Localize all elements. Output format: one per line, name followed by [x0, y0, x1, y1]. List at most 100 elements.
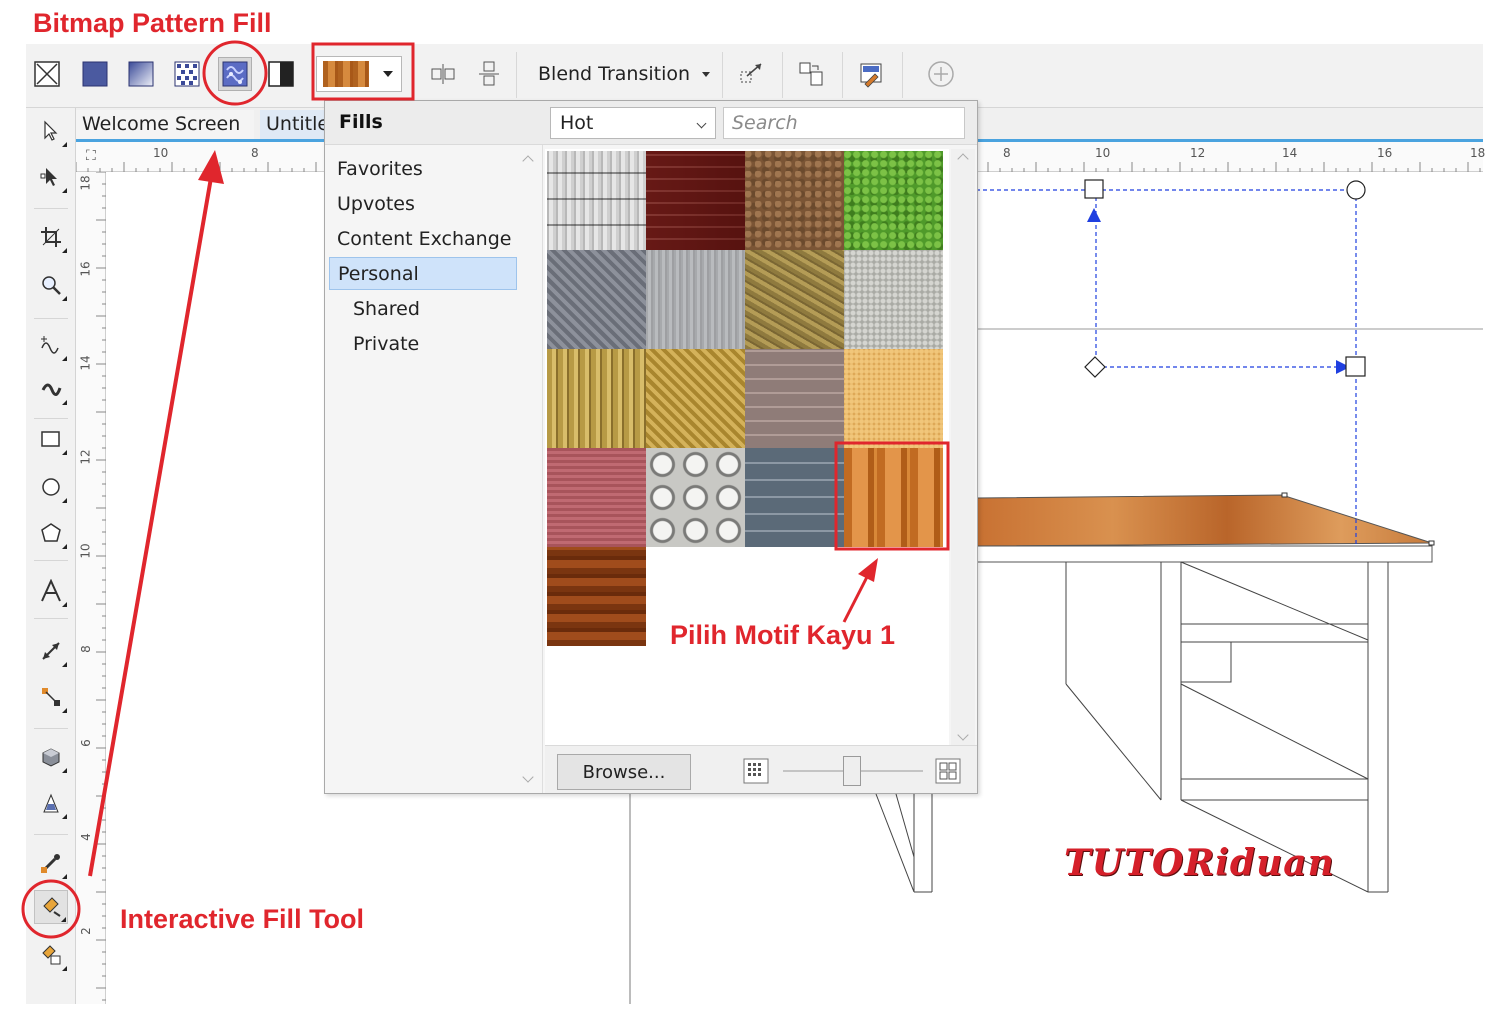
fills-navigation: Favorites Upvotes Content Exchange Perso…: [325, 145, 543, 793]
pattern-tile-olive-weave[interactable]: [745, 250, 844, 349]
ruler-label: 4: [79, 833, 93, 841]
pattern-tile-stone-brick[interactable]: [745, 349, 844, 448]
pattern-tile-brushed-metal[interactable]: [646, 250, 745, 349]
thumbnail-size-slider-thumb[interactable]: [843, 756, 861, 786]
ruler-label: 14: [79, 355, 93, 370]
vertical-ruler[interactable]: 18 16 14 12 10 8 6 4 2: [76, 172, 106, 1004]
two-color-pattern-fill-icon: [267, 60, 295, 88]
nav-item-content-exchange[interactable]: Content Exchange: [329, 223, 517, 256]
vector-pattern-fill-button[interactable]: [170, 57, 204, 91]
ellipse-tool[interactable]: [34, 470, 68, 504]
copy-fill-button[interactable]: [794, 57, 828, 91]
transform-with-object-button[interactable]: [734, 57, 768, 91]
bitmap-pattern-fill-button[interactable]: [218, 57, 252, 91]
table-top-wood[interactable]: [976, 495, 1432, 546]
tab-untitled[interactable]: Untitled: [260, 110, 326, 139]
add-button[interactable]: [924, 57, 958, 91]
bitmap-pattern-fill-icon: [221, 60, 249, 88]
mirror-tiles-horizontal-button[interactable]: [426, 57, 460, 91]
transparency-tool-icon: [40, 792, 62, 814]
browse-button[interactable]: Browse...: [557, 754, 691, 790]
connector-tool[interactable]: [34, 680, 68, 714]
polygon-tool[interactable]: [34, 516, 68, 550]
extrude-tool[interactable]: [34, 740, 68, 774]
interactive-fill-tool[interactable]: [34, 890, 68, 924]
ellipse-tool-icon: [40, 476, 62, 498]
search-input[interactable]: [723, 107, 965, 139]
sort-dropdown[interactable]: Hot: [550, 107, 716, 139]
rectangle-tool[interactable]: [34, 422, 68, 456]
toolbar-separator: [516, 52, 517, 98]
pattern-tile-red-fabric[interactable]: [547, 448, 646, 547]
nav-item-shared[interactable]: Shared: [329, 293, 517, 326]
pattern-tile-diamond-plate[interactable]: [547, 250, 646, 349]
uniform-fill-button[interactable]: [78, 57, 112, 91]
blend-transition-dropdown[interactable]: Blend Transition: [526, 56, 716, 92]
grid-scrollbar[interactable]: [951, 149, 975, 745]
edit-fill-icon: [857, 60, 885, 88]
pattern-picker-dropdown[interactable]: [316, 56, 402, 92]
fill-handles[interactable]: [976, 180, 1365, 546]
pattern-tile-green-grass[interactable]: [844, 151, 943, 250]
nav-item-personal[interactable]: Personal: [329, 257, 517, 290]
nav-item-private[interactable]: Private: [329, 328, 517, 361]
nav-scrollbar[interactable]: [521, 151, 535, 787]
annotation-bitmap-pattern-fill: Bitmap Pattern Fill: [33, 8, 272, 39]
mirror-tiles-vertical-button[interactable]: [472, 57, 506, 91]
chevron-down-icon: [957, 729, 968, 740]
chevron-down-icon: [522, 771, 533, 782]
artistic-media-icon: [40, 378, 62, 400]
pattern-tile-brown-gravel[interactable]: [745, 151, 844, 250]
crop-tool[interactable]: [34, 220, 68, 254]
no-fill-button[interactable]: [30, 57, 64, 91]
uniform-fill-icon: [81, 60, 109, 88]
text-tool[interactable]: [34, 574, 68, 608]
copy-fill-icon: [797, 60, 825, 88]
no-fill-icon: [33, 60, 61, 88]
pattern-tile-white-ornament[interactable]: [646, 448, 745, 547]
pick-tool[interactable]: [34, 114, 68, 148]
pattern-tile-grey-granite[interactable]: [844, 250, 943, 349]
pattern-tile-wicker[interactable]: [646, 349, 745, 448]
smart-fill-tool[interactable]: [34, 938, 68, 972]
ruler-label: 10: [1095, 146, 1110, 160]
pattern-tile-red-brick[interactable]: [646, 151, 745, 250]
nav-item-upvotes[interactable]: Upvotes: [329, 188, 517, 221]
freehand-tool[interactable]: [34, 328, 68, 362]
edit-fill-button[interactable]: [854, 57, 888, 91]
ruler-label: 18: [1470, 146, 1485, 160]
ruler-origin-icon[interactable]: ⛶: [86, 148, 96, 164]
small-thumbnails-icon[interactable]: [743, 758, 769, 784]
pick-tool-icon: [40, 120, 62, 142]
ruler-label: 16: [1377, 146, 1392, 160]
blend-transition-label: Blend Transition: [538, 63, 690, 85]
ruler-label: 2: [79, 927, 93, 935]
ruler-label: 18: [79, 175, 93, 190]
toolbar-separator: [782, 52, 783, 98]
shape-tool[interactable]: [34, 160, 68, 194]
pattern-tile-orange-wood[interactable]: [844, 448, 943, 547]
large-thumbnails-icon[interactable]: [935, 758, 961, 784]
zoom-tool[interactable]: [34, 268, 68, 302]
add-icon: [926, 59, 956, 89]
pattern-tile-dark-wood[interactable]: [547, 547, 646, 646]
toolbox-separator: [34, 318, 68, 319]
nav-item-favorites[interactable]: Favorites: [329, 153, 517, 186]
connector-tool-icon: [40, 686, 62, 708]
rectangle-tool-icon: [40, 428, 62, 450]
eyedropper-tool[interactable]: [34, 846, 68, 880]
pattern-tile-bamboo[interactable]: [547, 349, 646, 448]
ruler-label: 16: [79, 261, 93, 276]
artistic-media-tool[interactable]: [34, 372, 68, 406]
two-color-pattern-fill-button[interactable]: [264, 57, 298, 91]
transparency-tool[interactable]: [34, 786, 68, 820]
watermark-text: TUTORiduan: [1064, 842, 1335, 884]
pattern-tile-grey-planks[interactable]: [547, 151, 646, 250]
pattern-tile-sand[interactable]: [844, 349, 943, 448]
tab-welcome-screen[interactable]: Welcome Screen: [76, 110, 254, 139]
toolbox-separator: [34, 834, 68, 835]
parallel-dimension-tool[interactable]: [34, 634, 68, 668]
fountain-fill-button[interactable]: [124, 57, 158, 91]
pattern-tile-slate-stone[interactable]: [745, 448, 844, 547]
vector-pattern-fill-icon: [173, 60, 201, 88]
